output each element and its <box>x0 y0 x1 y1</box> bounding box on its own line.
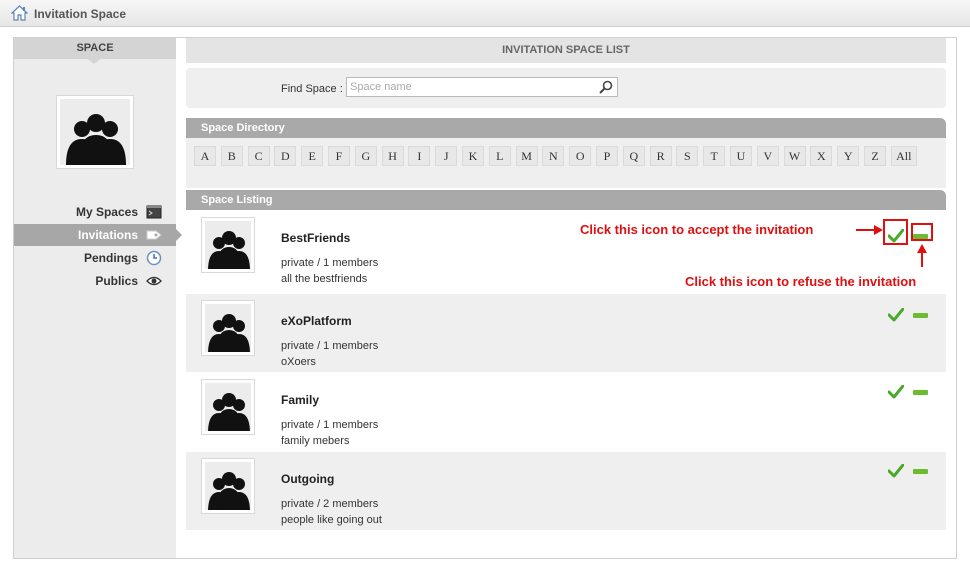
people-silhouette-icon <box>66 114 126 165</box>
terminal-icon <box>146 205 162 219</box>
accept-check-icon[interactable] <box>888 464 904 478</box>
heading-notch <box>88 59 100 64</box>
refuse-minus-icon[interactable] <box>913 469 928 474</box>
sidebar-heading: SPACE <box>14 38 176 64</box>
window-title: Invitation Space <box>34 7 127 21</box>
space-name[interactable]: Family <box>281 393 319 407</box>
accept-callout: Click this icon to accept the invitation <box>580 222 814 237</box>
letter-button-x[interactable]: X <box>810 146 833 166</box>
accept-check-icon[interactable] <box>888 385 904 399</box>
sidebar-item-label: My Spaces <box>75 205 138 219</box>
letter-button-q[interactable]: Q <box>622 146 645 166</box>
people-silhouette-icon <box>208 393 250 431</box>
space-row: eXoPlatform private / 1 members oXoers <box>186 294 946 372</box>
search-label: Find Space : <box>281 83 343 95</box>
space-row: Family private / 1 members family mebers <box>186 373 946 451</box>
search-icon[interactable] <box>598 79 614 95</box>
space-meta: private / 1 members <box>281 340 379 352</box>
letter-button-r[interactable]: R <box>649 146 672 166</box>
space-name[interactable]: eXoPlatform <box>281 314 352 328</box>
sidebar: SPACE My Spaces Invitations Pendings Pub… <box>14 38 182 558</box>
letter-button-g[interactable]: G <box>354 146 377 166</box>
accept-highlight <box>883 219 908 245</box>
sidebar-item-pendings[interactable]: Pendings <box>14 247 176 269</box>
sidebar-item-my-spaces[interactable]: My Spaces <box>14 201 176 223</box>
letter-button-m[interactable]: M <box>515 146 538 166</box>
sidebar-item-label: Invitations <box>77 228 138 242</box>
people-silhouette-icon <box>208 472 250 510</box>
space-description: people like going out <box>281 514 382 526</box>
title-bar: Invitation Space <box>0 0 970 27</box>
letter-button-t[interactable]: T <box>703 146 726 166</box>
search-input[interactable] <box>346 77 618 97</box>
page-title: INVITATION SPACE LIST <box>186 38 946 63</box>
sidebar-item-invitations[interactable]: Invitations <box>14 224 182 246</box>
space-description: oXoers <box>281 356 316 368</box>
letter-button-l[interactable]: L <box>488 146 511 166</box>
letter-button-y[interactable]: Y <box>837 146 860 166</box>
content-frame: SPACE My Spaces Invitations Pendings Pub… <box>13 37 957 559</box>
letter-button-s[interactable]: S <box>676 146 699 166</box>
directory-bar: Space Directory <box>186 118 946 138</box>
sidebar-heading-label: SPACE <box>76 42 114 54</box>
refuse-highlight <box>911 223 933 241</box>
accept-arrow-icon <box>856 225 883 235</box>
refuse-callout: Click this icon to refuse the invitation <box>685 274 917 289</box>
refuse-arrow-icon <box>917 244 927 267</box>
people-silhouette-icon <box>208 314 250 352</box>
letter-button-n[interactable]: N <box>542 146 565 166</box>
space-avatar[interactable] <box>201 458 255 514</box>
letter-button-i[interactable]: I <box>408 146 431 166</box>
letter-button-v[interactable]: V <box>756 146 779 166</box>
letter-button-a[interactable]: A <box>194 146 216 166</box>
sidebar-item-label: Publics <box>95 274 138 288</box>
tag-icon <box>146 230 162 240</box>
letter-button-j[interactable]: J <box>435 146 458 166</box>
letter-button-z[interactable]: Z <box>864 146 886 166</box>
space-description: all the bestfriends <box>281 273 368 285</box>
space-avatar[interactable] <box>201 217 255 273</box>
letter-button-o[interactable]: O <box>569 146 592 166</box>
letter-button-d[interactable]: D <box>274 146 297 166</box>
home-icon <box>11 5 28 21</box>
space-meta: private / 1 members <box>281 257 379 269</box>
space-meta: private / 2 members <box>281 498 379 510</box>
eye-icon <box>146 276 162 286</box>
refuse-minus-icon[interactable] <box>913 390 928 395</box>
space-avatar[interactable] <box>201 379 255 435</box>
letter-button-u[interactable]: U <box>730 146 752 166</box>
sidebar-item-publics[interactable]: Publics <box>14 270 176 292</box>
space-name[interactable]: Outgoing <box>281 472 334 486</box>
letter-button-k[interactable]: K <box>462 146 484 166</box>
accept-check-icon[interactable] <box>888 308 904 322</box>
sidebar-item-label: Pendings <box>83 251 138 265</box>
letter-button-h[interactable]: H <box>381 146 404 166</box>
letter-button-e[interactable]: E <box>301 146 324 166</box>
active-arrow <box>176 229 182 241</box>
letter-button-p[interactable]: P <box>596 146 618 166</box>
listing-bar: Space Listing <box>186 190 946 210</box>
letter-button-f[interactable]: F <box>328 146 350 166</box>
space-meta: private / 1 members <box>281 419 379 431</box>
letter-button-c[interactable]: C <box>247 146 270 166</box>
space-name[interactable]: BestFriends <box>281 231 350 245</box>
search-panel: Find Space : <box>186 68 946 108</box>
space-row: Outgoing private / 2 members people like g… <box>186 452 946 530</box>
letter-button-w[interactable]: W <box>783 146 806 166</box>
letter-button-b[interactable]: B <box>220 146 243 166</box>
directory-panel: A B C D E F G H I J K L M N O P Q R S T U V W X Y Z All <box>186 138 946 188</box>
space-avatar <box>56 95 134 169</box>
refuse-minus-icon[interactable] <box>913 313 928 318</box>
people-silhouette-icon <box>208 231 250 269</box>
space-avatar[interactable] <box>201 300 255 356</box>
letter-button-all[interactable]: All <box>890 146 917 166</box>
clock-icon <box>146 250 162 266</box>
space-description: family mebers <box>281 435 350 447</box>
